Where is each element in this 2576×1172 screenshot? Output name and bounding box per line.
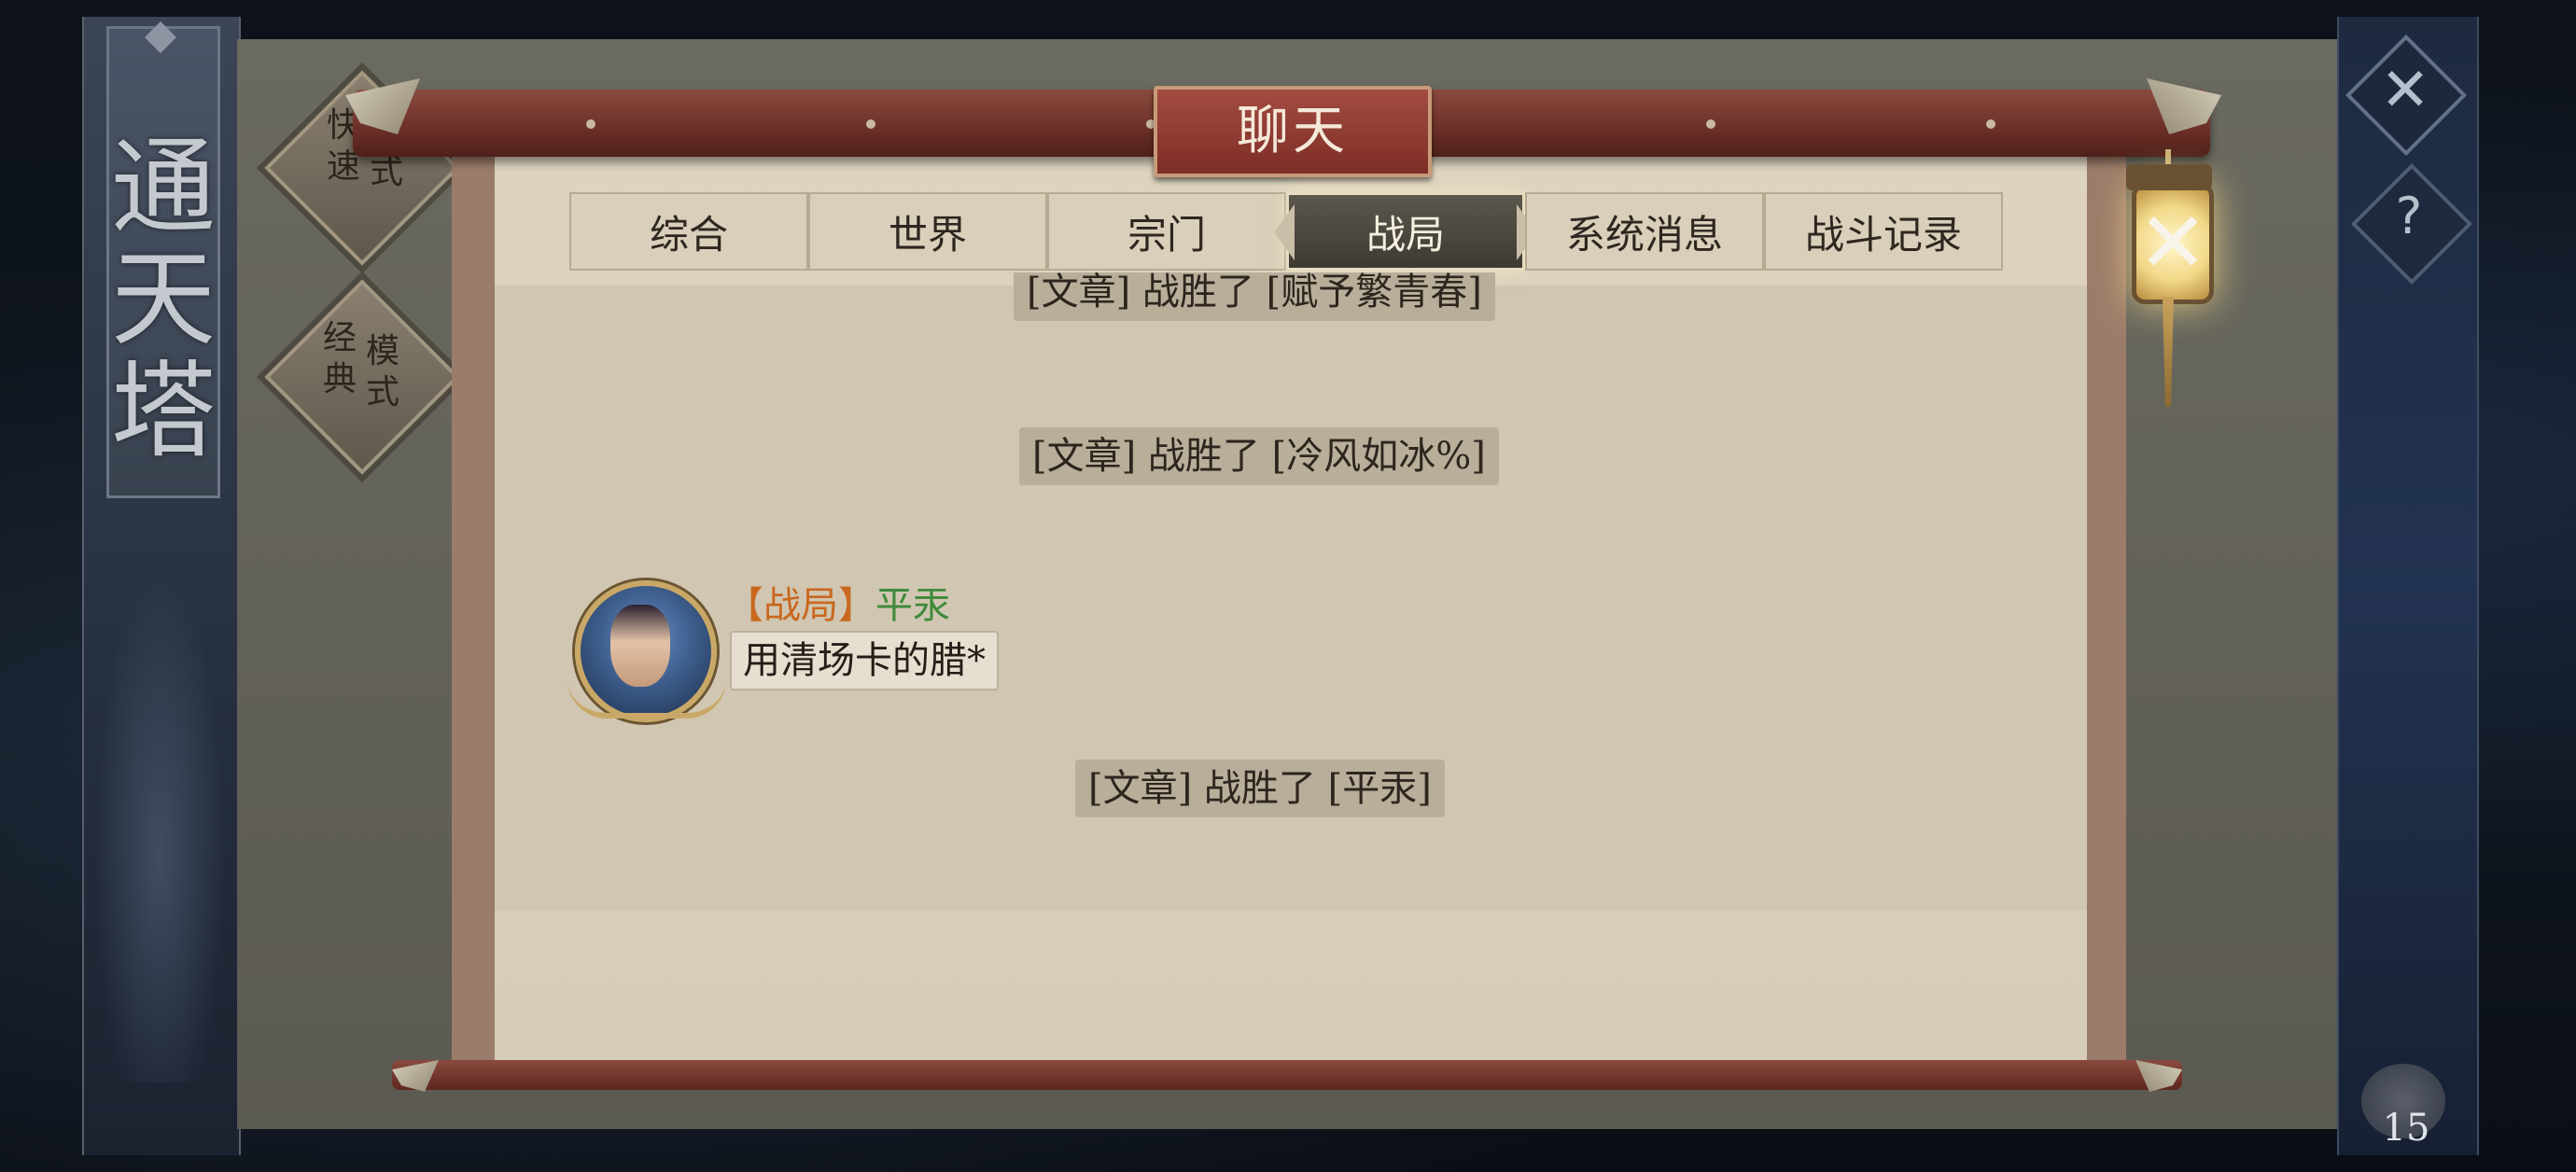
classic-mode-char-4: 式 [365, 373, 399, 412]
system-message: [文章] 战胜了 [冷风如冰%] [1019, 427, 1499, 485]
tower-title-plaque: 通 天 塔 [106, 26, 220, 498]
message-sender: 【战局】平汞 [726, 575, 950, 627]
classic-mode-char-3: 模 [365, 332, 399, 370]
banner-char-1: 通 [111, 127, 216, 248]
tab-world[interactable]: 世界 [808, 192, 1047, 271]
banner-char-3: 塔 [111, 351, 216, 472]
system-message: [文章] 战胜了 [平汞] [1075, 760, 1445, 817]
quick-mode-char-3: 式 [369, 153, 403, 191]
crane-pagoda-art [82, 523, 237, 1082]
tab-battle[interactable]: 战局 [1286, 192, 1525, 271]
help-button[interactable]: ? [2350, 162, 2473, 286]
message-clip: [文章] 战胜了 [赋予繁青春] [495, 272, 2087, 321]
avatar-frame-ornament [567, 679, 726, 719]
chat-bubble: 用清场卡的腊* [730, 631, 999, 691]
counter-value: 15 [2382, 1107, 2430, 1150]
classic-mode-char-1: 经 [322, 319, 357, 357]
scroll-bottom-rod [392, 1060, 2182, 1090]
banner-char-2: 天 [111, 239, 216, 360]
classic-mode-char-2: 典 [322, 360, 357, 398]
tab-system[interactable]: 系统消息 [1525, 192, 1764, 271]
tab-combat-log[interactable]: 战斗记录 [1764, 192, 2003, 271]
tab-sect[interactable]: 宗门 [1047, 192, 1286, 271]
channel-tag: 【战局】 [726, 584, 875, 627]
avatar-portrait [610, 605, 670, 687]
system-message-partial: [文章] 战胜了 [赋予繁青春] [1014, 272, 1495, 321]
tab-general[interactable]: 综合 [569, 192, 808, 271]
classic-mode-button[interactable]: 经 典 模 式 [264, 279, 460, 475]
channel-tabs: 综合 世界 宗门 战局 系统消息 战斗记录 [569, 192, 2003, 271]
close-button[interactable]: ✕ [2345, 34, 2468, 157]
lantern-close-icon: ✕ [2137, 194, 2208, 292]
help-icon: ? [2395, 187, 2423, 245]
close-icon: ✕ [2380, 56, 2430, 125]
chat-title: 聊天 [1237, 101, 1349, 161]
sender-name[interactable]: 平汞 [875, 584, 950, 627]
